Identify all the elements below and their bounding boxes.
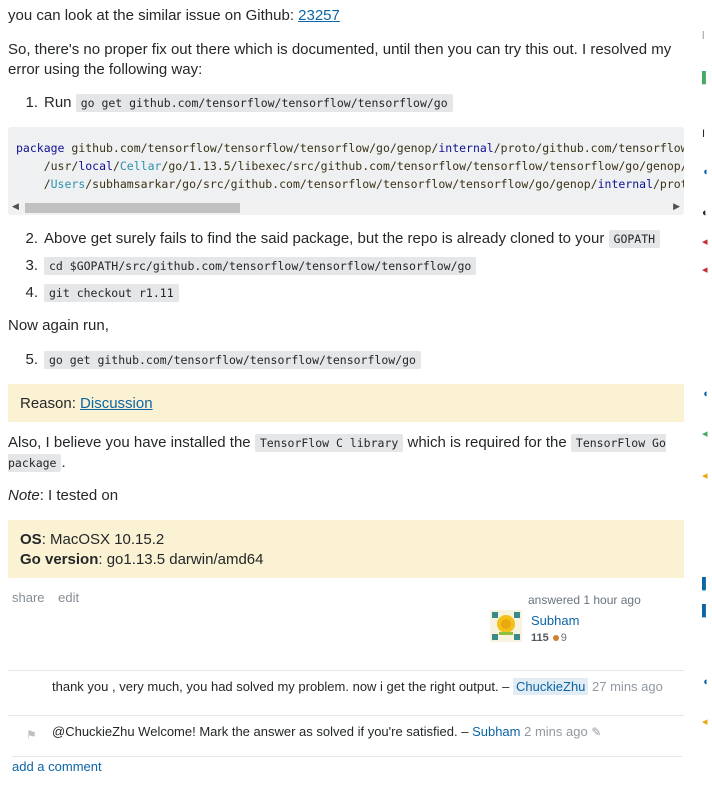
step-number: 3. — [25, 257, 38, 274]
comment-text: thank you , very much, you had solved my… — [52, 679, 514, 694]
reputation-score: 115 — [531, 632, 549, 644]
note-label: Note — [8, 487, 40, 504]
sidebar-fragment: l — [702, 30, 705, 42]
step-4: 4. git checkout r1.11 — [22, 283, 179, 303]
discussion-link[interactable]: Discussion — [80, 395, 153, 412]
comment-time[interactable]: 27 mins ago — [592, 679, 663, 694]
right-sidebar-edge: l ▌ I ◖ ◐ ◂ ◂ ◖ ◂ ◂ ▌ ▌ ◖ ◂ — [700, 0, 712, 789]
avatar[interactable] — [490, 610, 522, 642]
intro-paragraph: you can look at the similar issue on Git… — [8, 6, 340, 26]
sidebar-fragment: ◂ — [702, 470, 708, 482]
sidebar-fragment: ▌ — [702, 578, 710, 590]
step-number: 2. — [25, 230, 38, 247]
step-5: 5. go get github.com/tensorflow/tensorflo… — [22, 350, 421, 370]
inline-code: go get github.com/tensorflow/tensorflow/… — [44, 351, 421, 369]
inline-code: GOPATH — [608, 230, 661, 248]
sidebar-fragment: ◂ — [702, 236, 708, 248]
comment-user-link[interactable]: ChuckieZhu — [513, 678, 589, 695]
paragraph-fix: So, there's no proper fix out there whic… — [8, 41, 672, 78]
comment: ⚑ @ChuckieZhu Welcome! Mark the answer a… — [8, 715, 684, 746]
scroll-left-icon[interactable]: ◀ — [12, 201, 19, 212]
comment-body: thank you , very much, you had solved my… — [52, 678, 663, 696]
sidebar-fragment: ◖ — [702, 388, 709, 400]
reason-note: Reason: Discussion — [8, 384, 684, 422]
step-1: 1. Run go get github.com/tensorflow/tenso… — [22, 93, 453, 113]
reason-label: Reason: — [20, 395, 81, 412]
comment-body: @ChuckieZhu Welcome! Mark the answer as … — [52, 723, 601, 741]
os-label: OS — [20, 531, 42, 548]
sidebar-fragment: I — [702, 128, 706, 140]
note-text: : I tested on — [39, 487, 119, 504]
answered-time: answered 1 hour ago — [528, 593, 641, 607]
now-again-text: Now again run, — [8, 317, 109, 334]
go-version-value: : go1.13.5 darwin/amd64 — [98, 551, 264, 568]
also-paragraph: Also, I believe you have installed the T… — [8, 434, 666, 472]
code-text: package github.com/tensorflow/tensorflow… — [16, 141, 684, 191]
step-text: Run — [44, 94, 76, 111]
issue-link[interactable]: 23257 — [298, 7, 340, 24]
author-name[interactable]: Subham — [531, 613, 579, 628]
bronze-badge-count: 9 — [560, 632, 567, 644]
intro-text: you can look at the similar issue on Git… — [8, 7, 299, 24]
sidebar-fragment: ◖ — [702, 676, 709, 688]
code-block[interactable]: package github.com/tensorflow/tensorflow… — [8, 127, 684, 215]
edit-pencil-icon[interactable]: ✎ — [591, 725, 601, 739]
inline-code: TensorFlow C library — [254, 434, 404, 452]
step-text: Above get surely fails to find the said … — [44, 230, 609, 247]
sidebar-fragment: ◖ — [702, 166, 709, 178]
inline-code: cd $GOPATH/src/github.com/tensorflow/ten… — [44, 257, 477, 275]
bronze-badge-icon — [552, 635, 559, 642]
go-version-label: Go version — [20, 551, 99, 568]
edit-link[interactable]: edit — [58, 590, 79, 605]
post-actions: share edit — [12, 590, 89, 605]
sidebar-fragment: ◂ — [702, 428, 708, 440]
environment-note: OS: MacOSX 10.15.2 Go version: go1.13.5 … — [8, 520, 684, 578]
scrollbar-thumb[interactable] — [25, 203, 240, 213]
step-2: 2. Above get surely fails to find the sai… — [22, 229, 661, 249]
step-number: 5. — [25, 351, 38, 368]
step-number: 4. — [25, 284, 38, 301]
inline-code: go get github.com/tensorflow/tensorflow/… — [75, 94, 453, 112]
share-link[interactable]: share — [12, 590, 45, 605]
os-value: : MacOSX 10.15.2 — [41, 531, 165, 548]
sidebar-fragment: ◂ — [702, 264, 708, 276]
sidebar-fragment: ▌ — [702, 72, 710, 84]
identicon-icon — [490, 610, 522, 642]
reputation: 115 9 — [531, 632, 567, 644]
comment: thank you , very much, you had solved my… — [8, 670, 684, 715]
comment-time[interactable]: 2 mins ago — [524, 724, 588, 739]
flag-icon[interactable]: ⚑ — [26, 726, 37, 744]
scroll-right-icon[interactable]: ▶ — [673, 201, 680, 212]
sidebar-fragment: ◂ — [702, 716, 708, 728]
note-line: Note: I tested on — [8, 486, 118, 506]
horizontal-scrollbar[interactable]: ◀ ▶ — [8, 200, 684, 215]
step-number: 1. — [25, 94, 38, 111]
step-3: 3. cd $GOPATH/src/github.com/tensorflow/t… — [22, 256, 477, 276]
comment-user-link[interactable]: Subham — [472, 724, 520, 739]
inline-code: git checkout r1.11 — [44, 284, 179, 302]
sidebar-fragment: ◐ — [702, 207, 709, 219]
comment-text: @ChuckieZhu Welcome! Mark the answer as … — [52, 724, 473, 739]
sidebar-fragment: ▌ — [702, 605, 710, 617]
add-comment-link[interactable]: add a comment — [12, 756, 682, 774]
